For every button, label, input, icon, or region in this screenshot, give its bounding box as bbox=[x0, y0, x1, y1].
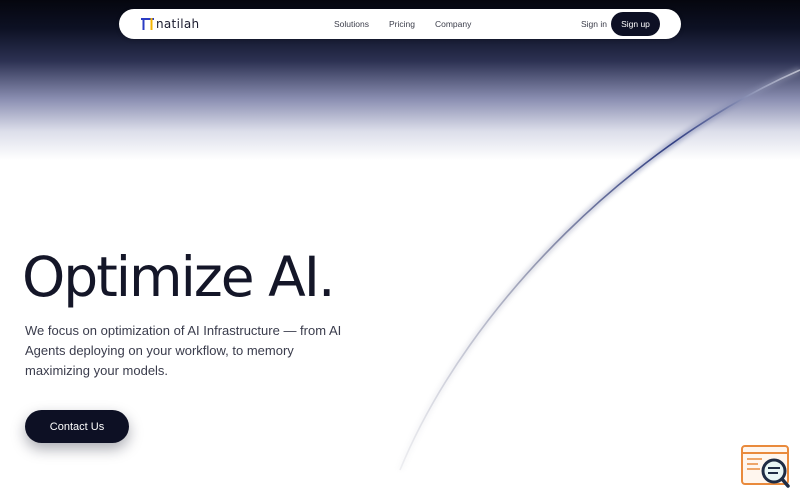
brand-logo[interactable]: natilah bbox=[141, 16, 199, 32]
hero-title: Optimize AI. bbox=[22, 245, 335, 309]
pi-logo-icon bbox=[141, 18, 154, 30]
landing-page: natilah Solutions Pricing Company Sign i… bbox=[0, 0, 800, 500]
nav-links: Solutions Pricing Company bbox=[334, 9, 471, 39]
nav-link-pricing[interactable]: Pricing bbox=[389, 19, 415, 29]
nav-link-solutions[interactable]: Solutions bbox=[334, 19, 369, 29]
sign-in-link[interactable]: Sign in bbox=[581, 9, 607, 39]
sign-up-button[interactable]: Sign up bbox=[611, 12, 660, 36]
top-navbar: natilah Solutions Pricing Company Sign i… bbox=[119, 9, 681, 39]
nav-link-company[interactable]: Company bbox=[435, 19, 471, 29]
search-document-icon[interactable] bbox=[740, 444, 792, 490]
contact-us-button[interactable]: Contact Us bbox=[25, 410, 129, 443]
brand-name: natilah bbox=[156, 17, 200, 31]
hero-description: We focus on optimization of AI Infrastru… bbox=[25, 323, 342, 378]
